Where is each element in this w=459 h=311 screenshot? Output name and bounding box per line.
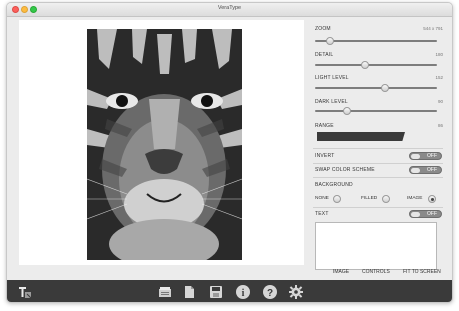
text-toggle-state: OFF <box>427 211 437 217</box>
divider <box>313 177 443 178</box>
light-level-slider-thumb[interactable] <box>380 84 389 92</box>
zoom-label: ZOOM <box>315 26 331 32</box>
background-option-filled-radio[interactable] <box>382 195 390 203</box>
invert-toggle[interactable]: OFF <box>409 152 442 160</box>
swap-toggle-knob <box>411 168 420 173</box>
text-toggle-knob <box>411 212 420 217</box>
range-value: 86 <box>437 123 443 128</box>
title-bar: VeraType <box>7 3 452 17</box>
help-icon[interactable]: ? <box>262 284 278 300</box>
window-title: VeraType <box>217 5 242 11</box>
swap-toggle-state: OFF <box>427 167 437 173</box>
light-level-value: 152 <box>435 75 443 80</box>
background-radio-group: NONE FILLED IMAGE <box>315 194 441 204</box>
help-glyph: ? <box>267 288 273 299</box>
swap-color-scheme-toggle[interactable]: OFF <box>409 166 442 174</box>
detail-value: 180 <box>435 52 443 57</box>
range-bar[interactable] <box>317 132 405 141</box>
info-glyph: i <box>242 288 245 299</box>
text-label: TEXT <box>315 211 329 217</box>
background-option-image-radio[interactable] <box>428 195 436 203</box>
invert-toggle-knob <box>411 154 420 159</box>
view-links: IMAGE CONTROLS FIT TO SCREEN <box>325 269 449 277</box>
background-option-image-label: IMAGE <box>407 196 423 201</box>
zoom-value: 544 x 791 <box>423 26 443 31</box>
dark-level-slider[interactable] <box>315 107 437 115</box>
range-label: RANGE <box>315 123 334 129</box>
tiger-photo-graphic <box>87 29 242 260</box>
invert-toggle-state: OFF <box>427 153 437 159</box>
open-icon[interactable] <box>157 284 173 300</box>
divider <box>313 207 443 208</box>
light-level-label: LIGHT LEVEL <box>315 75 349 81</box>
background-label: BACKGROUND <box>315 182 353 188</box>
background-option-none-label: NONE <box>315 196 329 201</box>
save-icon[interactable] <box>208 284 224 300</box>
background-option-none-radio[interactable] <box>333 195 341 203</box>
controls-panel: ZOOM 544 x 791 DETAIL 180 LIGHT LEVEL 15… <box>313 20 445 280</box>
swap-color-scheme-label: SWAP COLOR SCHEME <box>315 167 375 173</box>
dark-level-slider-thumb[interactable] <box>342 107 351 115</box>
tiger-photo <box>87 29 242 260</box>
dark-level-value: 90 <box>437 99 443 104</box>
text-toggle[interactable]: OFF <box>409 210 442 218</box>
copy-icon[interactable] <box>181 284 197 300</box>
settings-gear-icon[interactable] <box>288 284 304 300</box>
light-level-slider[interactable] <box>315 84 437 92</box>
divider <box>313 148 443 149</box>
image-canvas <box>19 20 304 265</box>
app-logo-icon[interactable] <box>17 284 33 300</box>
divider <box>313 163 443 164</box>
app-window: VeraType ZOOM 544 x 791 DETAIL 180 LIGHT… <box>6 2 453 303</box>
background-option-filled-label: FILLED <box>361 196 378 201</box>
zoom-slider-thumb[interactable] <box>325 37 334 45</box>
zoom-slider[interactable] <box>315 37 437 45</box>
dark-level-label: DARK LEVEL <box>315 99 348 105</box>
detail-label: DETAIL <box>315 52 334 58</box>
info-icon[interactable]: i <box>235 284 251 300</box>
detail-slider[interactable] <box>315 61 437 69</box>
detail-slider-thumb[interactable] <box>361 61 370 69</box>
invert-label: INVERT <box>315 153 335 159</box>
text-input-area[interactable] <box>315 222 437 270</box>
bottom-toolbar: i ? <box>7 280 452 302</box>
controls-link[interactable]: CONTROLS <box>362 269 390 275</box>
fit-to-screen-link[interactable]: FIT TO SCREEN <box>403 269 441 275</box>
image-link[interactable]: IMAGE <box>333 269 349 275</box>
